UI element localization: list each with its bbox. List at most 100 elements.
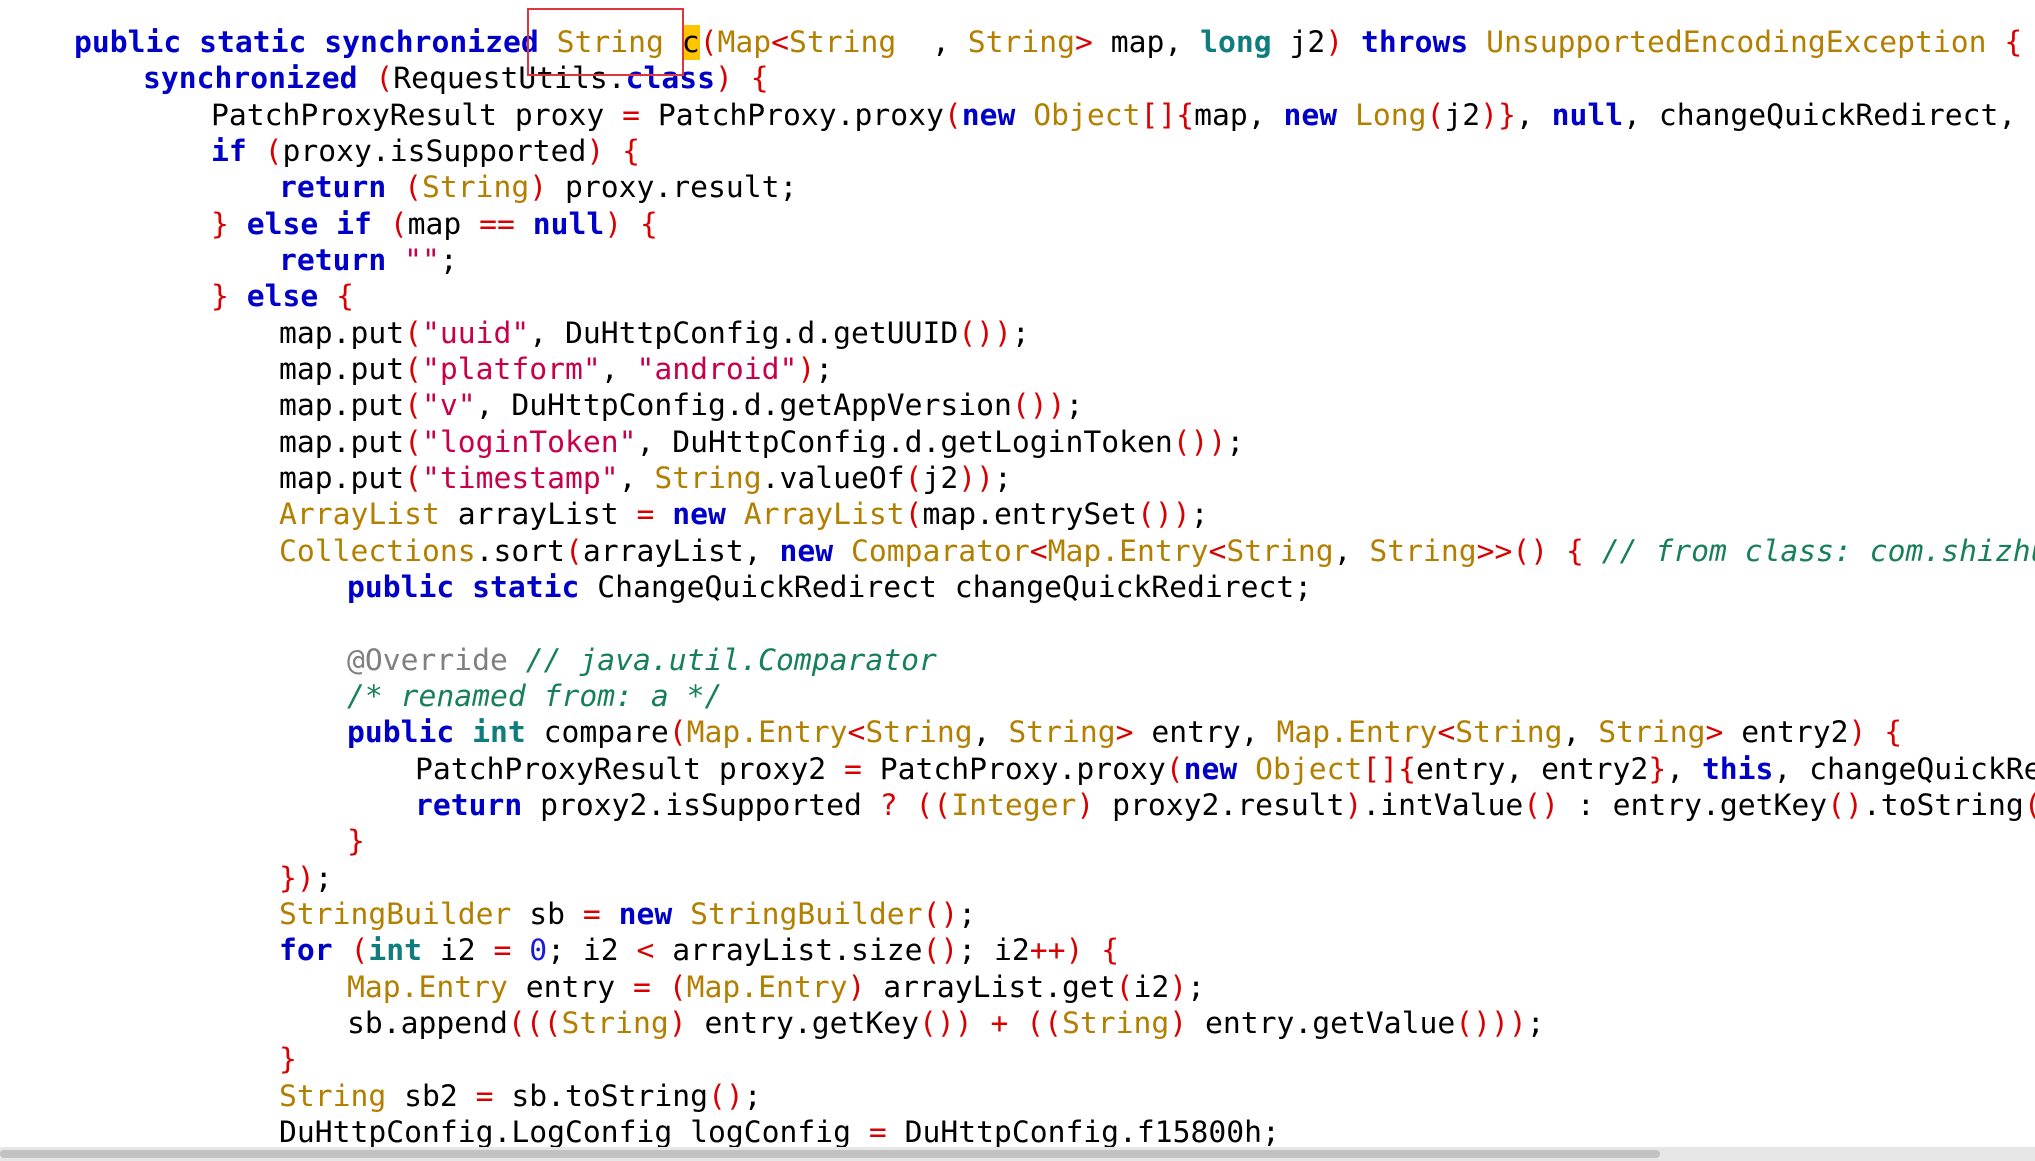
code-token: ; xyxy=(815,351,834,387)
code-line: Collections.sort(arrayList, new Comparat… xyxy=(279,534,2035,570)
code-line: for (int i2 = 0; i2 < arrayList.size(); … xyxy=(279,933,1119,969)
code-token: ( xyxy=(564,533,583,569)
code-line: synchronized (RequestUtils.class) { xyxy=(143,61,769,97)
code-token: []{ xyxy=(1140,97,1195,133)
code-token: ; xyxy=(1226,424,1245,460)
code-token: , DuHttpConfig.d.getLoginToken xyxy=(636,424,1173,460)
code-token: /* renamed from: a */ xyxy=(347,678,723,714)
code-token: ChangeQuickRedirect changeQuickRedirect; xyxy=(597,569,1313,605)
code-token: ()) xyxy=(958,315,1012,351)
code-token: StringBuilder xyxy=(279,896,530,932)
code-token: ( xyxy=(389,206,408,242)
code-token: "v" xyxy=(422,388,476,424)
code-token: Map.Entry xyxy=(686,715,848,751)
code-token: ( xyxy=(904,497,923,533)
code-token: < xyxy=(1208,533,1227,569)
code-token: , xyxy=(1562,715,1599,751)
code-token: @Override xyxy=(347,642,526,678)
code-token: long xyxy=(1200,25,1290,60)
code-token: == xyxy=(479,206,533,242)
code-line: DuHttpConfig.LogConfig logConfig = DuHtt… xyxy=(279,1115,1280,1151)
code-token: = ( xyxy=(632,969,687,1005)
code-token: String xyxy=(556,25,682,60)
code-token: "timestamp" xyxy=(422,460,619,496)
horizontal-scrollbar-thumb[interactable] xyxy=(0,1150,1660,1158)
code-token: int xyxy=(368,933,440,969)
code-token: ( xyxy=(404,424,422,460)
code-token: arrayList.get xyxy=(883,969,1116,1005)
code-token: Collections xyxy=(279,533,476,569)
code-token: j2 xyxy=(922,460,959,496)
code-token: .valueOf xyxy=(761,460,905,496)
code-token: ( xyxy=(404,351,422,387)
code-token: ; xyxy=(314,860,333,896)
code-token: ) xyxy=(529,170,565,206)
code-token: = xyxy=(493,933,530,969)
code-token: PatchProxy.proxy xyxy=(879,751,1166,787)
code-token: String xyxy=(654,460,762,496)
code-token: public static xyxy=(347,569,598,605)
code-token: ) xyxy=(1169,1005,1205,1041)
code-token: = xyxy=(475,1078,512,1114)
code-line: map.put("v", DuHttpConfig.d.getAppVersio… xyxy=(279,388,1083,424)
code-token: map xyxy=(407,206,480,242)
code-token: < xyxy=(1437,715,1456,751)
code-line: map.put("uuid", DuHttpConfig.d.getUUID()… xyxy=(279,316,1030,352)
code-token: // java.util.Comparator xyxy=(525,642,937,678)
code-token: } xyxy=(211,279,247,315)
code-token: j2 xyxy=(1444,97,1481,133)
code-token: , xyxy=(1515,97,1552,133)
code-token: this xyxy=(1701,751,1774,787)
code-token: "loginToken" xyxy=(422,424,637,460)
code-token: String xyxy=(279,1078,405,1114)
code-token: ( xyxy=(404,315,422,351)
code-line: map.put("platform", "android"); xyxy=(279,352,833,388)
code-token: public static synchronized xyxy=(74,25,557,60)
code-token: { xyxy=(336,279,354,315)
code-line: @Override // java.util.Comparator xyxy=(347,643,937,679)
code-token: arrayList xyxy=(457,497,637,533)
code-token: ++) { xyxy=(1029,933,1120,969)
code-token: < xyxy=(847,715,866,751)
code-token: "" xyxy=(404,242,440,278)
code-token: entry.getKey xyxy=(704,1005,919,1041)
code-token: proxy2.isSupported xyxy=(540,787,880,823)
code-token: ? (( xyxy=(879,787,952,823)
code-line: } xyxy=(347,824,365,860)
code-token: new xyxy=(618,896,691,932)
code-line: return proxy2.isSupported ? ((Integer) p… xyxy=(415,788,2035,824)
code-line: /* renamed from: a */ xyxy=(347,679,722,715)
code-line: ArrayList arrayList = new ArrayList(map.… xyxy=(279,497,1208,533)
code-token: class xyxy=(625,61,715,97)
code-token: } xyxy=(1648,751,1667,787)
code-line: Map.Entry entry = (Map.Entry) arrayList.… xyxy=(347,970,1205,1006)
code-line: public int compare(Map.Entry<String, Str… xyxy=(347,715,1902,751)
code-token: ) xyxy=(1325,25,1361,60)
code-token: "platform" xyxy=(422,351,601,387)
code-token: new xyxy=(1183,751,1256,787)
code-editor[interactable]: public static synchronized String c(Map<… xyxy=(0,0,2035,1161)
code-token: for xyxy=(279,933,351,969)
code-token: = xyxy=(868,1114,905,1150)
code-line: sb.append(((String) entry.getKey()) + ((… xyxy=(347,1006,1545,1042)
code-token: ) xyxy=(1076,787,1113,823)
code-token: throws xyxy=(1360,25,1487,60)
code-token: public xyxy=(347,715,473,751)
code-token: sb.append xyxy=(347,1005,508,1041)
code-token: , xyxy=(600,351,637,387)
code-line: public static synchronized String c(Map<… xyxy=(74,25,2022,61)
code-token: , xyxy=(1666,751,1702,787)
code-token: ArrayList xyxy=(279,497,458,533)
code-token: )} xyxy=(1480,97,1516,133)
code-token: > xyxy=(1074,25,1111,60)
code-token: String xyxy=(1061,1005,1170,1041)
code-token: entry.getValue xyxy=(1204,1005,1456,1041)
code-token: ( xyxy=(404,388,422,424)
code-token: String xyxy=(561,1005,669,1041)
code-token: ()) xyxy=(1172,424,1227,460)
code-line: map.put("timestamp", String.valueOf(j2))… xyxy=(279,461,1012,497)
horizontal-scrollbar[interactable] xyxy=(0,1147,2035,1161)
code-token: ()) xyxy=(1011,388,1066,424)
code-token: ) xyxy=(1169,969,1188,1005)
code-token: ; xyxy=(1526,1005,1545,1041)
